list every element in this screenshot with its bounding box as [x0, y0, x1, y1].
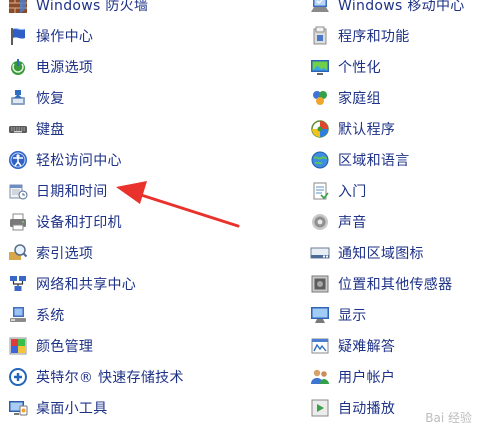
- search-index-icon: [9, 243, 28, 260]
- control-panel-item-label: 入门: [338, 183, 367, 200]
- user-accounts-icon: [311, 369, 329, 384]
- control-panel-item-label: Windows 移动中心: [338, 0, 465, 14]
- control-panel-item-recovery[interactable]: 恢复: [8, 82, 238, 113]
- storage-icon: [9, 367, 27, 386]
- control-panel-item-label: 家庭组: [338, 90, 381, 107]
- control-panel-item-label: 索引选项: [36, 245, 94, 262]
- left-column: Windows 防火墙 操作中心电源选项恢复键盘轻松访问中心 日期和时间设备和打印机…: [8, 0, 238, 423]
- keyboard-icon: [9, 125, 27, 133]
- control-panel-item-label: 设备和打印机: [36, 214, 122, 231]
- control-panel-item-homegroup[interactable]: 家庭组: [310, 82, 478, 113]
- mobility-center-icon: [311, 0, 329, 12]
- control-panel-item-label: 键盘: [36, 121, 65, 138]
- control-panel-item-programs[interactable]: 程序和功能: [310, 20, 478, 51]
- control-panel-item-ease-of-access[interactable]: 轻松访问中心: [8, 144, 238, 175]
- control-panel-item-default-programs[interactable]: 默认程序: [310, 113, 478, 144]
- control-panel-item-label: Windows 防火墙: [36, 0, 149, 14]
- watermark-text: Bai 经验: [425, 411, 472, 425]
- control-panel-item-label: 疑难解答: [338, 338, 396, 355]
- control-panel-item-printer[interactable]: 设备和打印机: [8, 206, 238, 237]
- flag-icon: [11, 27, 26, 45]
- control-panel-item-label: 系统: [36, 307, 65, 324]
- control-panel-item-sensor[interactable]: 位置和其他传感器: [310, 268, 478, 299]
- display-icon: [311, 306, 329, 323]
- recovery-icon: [11, 89, 25, 105]
- control-panel-item-label: 通知区域图标: [338, 245, 424, 262]
- control-panel-item-notification[interactable]: 通知区域图标: [310, 237, 478, 268]
- control-panel-item-label: 颜色管理: [36, 338, 94, 355]
- firewall-icon: [9, 0, 27, 13]
- control-panel-item-label: 区域和语言: [338, 152, 410, 169]
- control-panel-item-color-management[interactable]: 颜色管理: [8, 330, 238, 361]
- control-panel-item-mobility-center[interactable]: Windows 移动中心: [310, 0, 478, 20]
- control-panel-item-label: 程序和功能: [338, 28, 410, 45]
- ease-of-access-icon: [9, 150, 27, 169]
- autoplay-icon: [311, 399, 329, 416]
- control-panel-item-flag[interactable]: 操作中心: [8, 20, 238, 51]
- control-panel-item-display[interactable]: 显示: [310, 299, 478, 330]
- control-panel-item-label: 网络和共享中心: [36, 276, 137, 293]
- power-icon: [11, 58, 25, 75]
- control-panel-all-items: Windows 防火墙 操作中心电源选项恢复键盘轻松访问中心 日期和时间设备和打印机…: [0, 0, 478, 432]
- control-panel-item-label: 位置和其他传感器: [338, 276, 453, 293]
- control-panel-item-keyboard[interactable]: 键盘: [8, 113, 238, 144]
- control-panel-item-personalization[interactable]: 个性化: [310, 51, 478, 82]
- calendar-clock-icon: [9, 184, 28, 199]
- control-panel-item-globe[interactable]: 区域和语言: [310, 144, 478, 175]
- control-panel-item-network[interactable]: 网络和共享中心: [8, 268, 238, 299]
- speaker-icon: [312, 213, 328, 230]
- system-icon: [10, 306, 26, 322]
- control-panel-item-firewall[interactable]: Windows 防火墙: [8, 0, 238, 20]
- control-panel-item-storage[interactable]: 英特尔® 快速存储技术: [8, 361, 238, 392]
- control-panel-item-getting-started[interactable]: 入门: [310, 175, 478, 206]
- control-panel-item-gadgets[interactable]: 桌面小工具: [8, 392, 238, 423]
- right-column: Windows 移动中心 程序和功能个性化家庭组默认程序区域和语言入门声音通知区域…: [310, 0, 478, 423]
- control-panel-item-label: 自动播放: [338, 400, 396, 417]
- control-panel-item-system[interactable]: 系统: [8, 299, 238, 330]
- printer-icon: [10, 213, 26, 230]
- control-panel-item-troubleshooting[interactable]: 疑难解答: [310, 330, 478, 361]
- control-panel-item-label: 操作中心: [36, 28, 94, 45]
- watermark: Bai 经验: [425, 409, 472, 426]
- control-panel-item-power[interactable]: 电源选项: [8, 51, 238, 82]
- control-panel-item-label: 默认程序: [338, 121, 396, 138]
- control-panel-item-label: 恢复: [36, 90, 65, 107]
- default-programs-icon: [311, 119, 329, 138]
- control-panel-item-label: 电源选项: [36, 59, 94, 76]
- control-panel-item-user-accounts[interactable]: 用户帐户: [310, 361, 478, 392]
- network-icon: [10, 275, 26, 291]
- control-panel-item-calendar-clock[interactable]: 日期和时间: [8, 175, 238, 206]
- troubleshooting-icon: [311, 338, 329, 353]
- control-panel-item-label: 日期和时间: [36, 183, 108, 200]
- control-panel-item-search-index[interactable]: 索引选项: [8, 237, 238, 268]
- control-panel-item-label: 轻松访问中心: [36, 152, 122, 169]
- control-panel-item-label: 桌面小工具: [36, 400, 108, 417]
- control-panel-item-speaker[interactable]: 声音: [310, 206, 478, 237]
- getting-started-icon: [313, 182, 329, 199]
- control-panel-item-label: 显示: [338, 307, 367, 324]
- control-panel-item-label: 英特尔® 快速存储技术: [36, 369, 184, 386]
- color-management-icon: [9, 337, 27, 354]
- homegroup-icon: [313, 90, 327, 105]
- sensor-icon: [311, 275, 329, 292]
- control-panel-item-label: 个性化: [338, 59, 381, 76]
- personalization-icon: [311, 59, 329, 75]
- globe-icon: [311, 151, 329, 168]
- programs-icon: [313, 26, 327, 44]
- control-panel-item-label: 用户帐户: [338, 369, 396, 386]
- notification-icon: [310, 247, 330, 258]
- control-panel-item-label: 声音: [338, 214, 367, 231]
- gadgets-icon: [9, 400, 28, 415]
